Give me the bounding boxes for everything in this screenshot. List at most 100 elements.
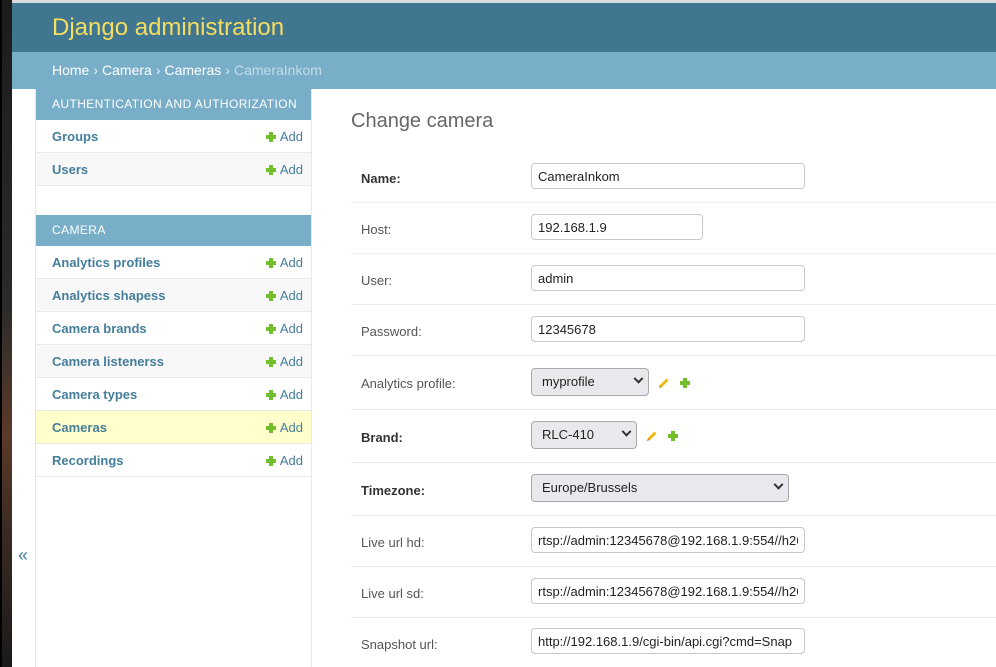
model-link-users[interactable]: Users	[52, 162, 88, 177]
field-label-timezone: Timezone:	[361, 483, 426, 498]
analytics-profile-value: myprofile	[542, 374, 595, 389]
add-camera-listenerss-link[interactable]: Add	[265, 354, 303, 369]
sidebar-item-analytics-shapess: Analytics shapess Add	[36, 279, 311, 312]
field-label-live-url-sd: Live url sd:	[361, 586, 424, 601]
add-recordings-link[interactable]: Add	[265, 453, 303, 468]
live-url-hd-input[interactable]	[531, 527, 805, 553]
field-row-password: Password:	[351, 305, 996, 356]
field-row-snapshot-url: Snapshot url:	[351, 618, 996, 667]
add-icon	[265, 423, 276, 433]
add-label: Add	[279, 354, 303, 369]
name-input[interactable]	[531, 163, 805, 189]
field-row-live-url-hd: Live url hd:	[351, 516, 996, 567]
snapshot-url-input[interactable]	[531, 628, 805, 654]
field-row-timezone: Timezone: Europe/Brussels	[351, 463, 996, 516]
model-link-camera-brands[interactable]: Camera brands	[52, 321, 147, 336]
site-branding[interactable]: Django administration	[52, 14, 284, 42]
field-row-live-url-sd: Live url sd:	[351, 567, 996, 618]
brand-value: RLC-410	[542, 427, 595, 442]
field-label-analytics-profile: Analytics profile:	[361, 376, 456, 391]
add-label: Add	[279, 387, 303, 402]
field-label-name: Name:	[361, 171, 401, 186]
field-label-brand: Brand:	[361, 430, 403, 445]
brand-select[interactable]: RLC-410	[531, 421, 637, 449]
change-related-pencil-icon[interactable]	[658, 377, 670, 389]
field-label-live-url-hd: Live url hd:	[361, 535, 425, 550]
breadcrumb-app[interactable]: Camera	[102, 62, 152, 78]
sidebar-item-camera-brands: Camera brands Add	[36, 312, 311, 345]
add-users-link[interactable]: Add	[265, 162, 303, 177]
model-link-analytics-shapess[interactable]: Analytics shapess	[52, 288, 165, 303]
add-icon	[265, 258, 276, 268]
analytics-profile-select[interactable]: myprofile	[531, 368, 649, 396]
add-label: Add	[279, 420, 303, 435]
module-auth: AUTHENTICATION AND AUTHORIZATION Groups …	[36, 89, 311, 186]
breadcrumb: Home › Camera › Cameras › CameraInkom	[12, 52, 996, 89]
chevron-down-icon	[773, 479, 784, 490]
field-row-brand: Brand: RLC-410	[351, 410, 996, 463]
add-label: Add	[279, 321, 303, 336]
change-related-pencil-icon[interactable]	[646, 430, 658, 442]
host-input[interactable]	[531, 214, 703, 240]
add-icon	[265, 456, 276, 466]
add-camera-brands-link[interactable]: Add	[265, 321, 303, 336]
model-link-groups[interactable]: Groups	[52, 129, 98, 144]
breadcrumb-model[interactable]: Cameras	[165, 62, 222, 78]
module-caption-auth[interactable]: AUTHENTICATION AND AUTHORIZATION	[36, 89, 311, 120]
add-icon	[265, 132, 276, 142]
chevron-down-icon	[633, 373, 644, 384]
sidebar-item-users: Users Add	[36, 153, 311, 186]
breadcrumb-separator: ›	[93, 62, 99, 78]
breadcrumb-separator: ›	[155, 62, 161, 78]
sidebar-item-camera-types: Camera types Add	[36, 378, 311, 411]
add-label: Add	[279, 453, 303, 468]
module-camera: CAMERA Analytics profiles Add Analytics …	[36, 215, 311, 477]
page-title: Change camera	[351, 110, 494, 132]
admin-header: Django administration	[12, 3, 996, 52]
field-label-snapshot-url: Snapshot url:	[361, 637, 438, 652]
add-icon	[265, 357, 276, 367]
field-label-host: Host:	[361, 222, 392, 237]
add-icon	[265, 390, 276, 400]
module-caption-camera[interactable]: CAMERA	[36, 215, 311, 246]
collapse-sidebar-icon: «	[18, 545, 29, 565]
add-analytics-profiles-link[interactable]: Add	[265, 255, 303, 270]
sidebar-item-recordings: Recordings Add	[36, 444, 311, 477]
chevron-down-icon	[621, 426, 632, 437]
field-row-host: Host:	[351, 203, 996, 254]
model-link-recordings[interactable]: Recordings	[52, 453, 124, 468]
field-row-user: User:	[351, 254, 996, 305]
live-url-sd-input[interactable]	[531, 578, 805, 604]
add-related-icon[interactable]	[668, 431, 678, 441]
breadcrumb-separator: ›	[225, 62, 230, 78]
breadcrumb-home[interactable]: Home	[52, 62, 89, 78]
sidebar-item-analytics-profiles: Analytics profiles Add	[36, 246, 311, 279]
model-link-analytics-profiles[interactable]: Analytics profiles	[52, 255, 160, 270]
add-label: Add	[279, 129, 303, 144]
add-camera-types-link[interactable]: Add	[265, 387, 303, 402]
sidebar-item-camera-listenerss: Camera listenerss Add	[36, 345, 311, 378]
model-link-cameras[interactable]: Cameras	[52, 420, 107, 435]
add-label: Add	[279, 288, 303, 303]
sidebar-item-groups: Groups Add	[36, 120, 311, 153]
timezone-value: Europe/Brussels	[542, 480, 638, 495]
add-cameras-link[interactable]: Add	[265, 420, 303, 435]
field-row-name: Name:	[351, 152, 996, 203]
desktop-background-strip	[0, 0, 12, 667]
breadcrumb-current: CameraInkom	[233, 62, 322, 78]
toggle-nav-sidebar-button[interactable]: «	[12, 89, 36, 667]
add-related-icon[interactable]	[680, 378, 690, 388]
model-link-camera-types[interactable]: Camera types	[52, 387, 137, 402]
add-analytics-shapess-link[interactable]: Add	[265, 288, 303, 303]
add-icon	[265, 324, 276, 334]
sidebar-item-cameras: Cameras Add	[36, 411, 311, 444]
timezone-select[interactable]: Europe/Brussels	[531, 474, 789, 502]
add-label: Add	[279, 255, 303, 270]
add-icon	[265, 165, 276, 175]
add-icon	[265, 291, 276, 301]
password-input[interactable]	[531, 316, 805, 342]
add-groups-link[interactable]: Add	[265, 129, 303, 144]
user-input[interactable]	[531, 265, 805, 291]
main-content: Change camera Name: Host: User: Password…	[312, 89, 996, 667]
model-link-camera-listenerss[interactable]: Camera listenerss	[52, 354, 164, 369]
